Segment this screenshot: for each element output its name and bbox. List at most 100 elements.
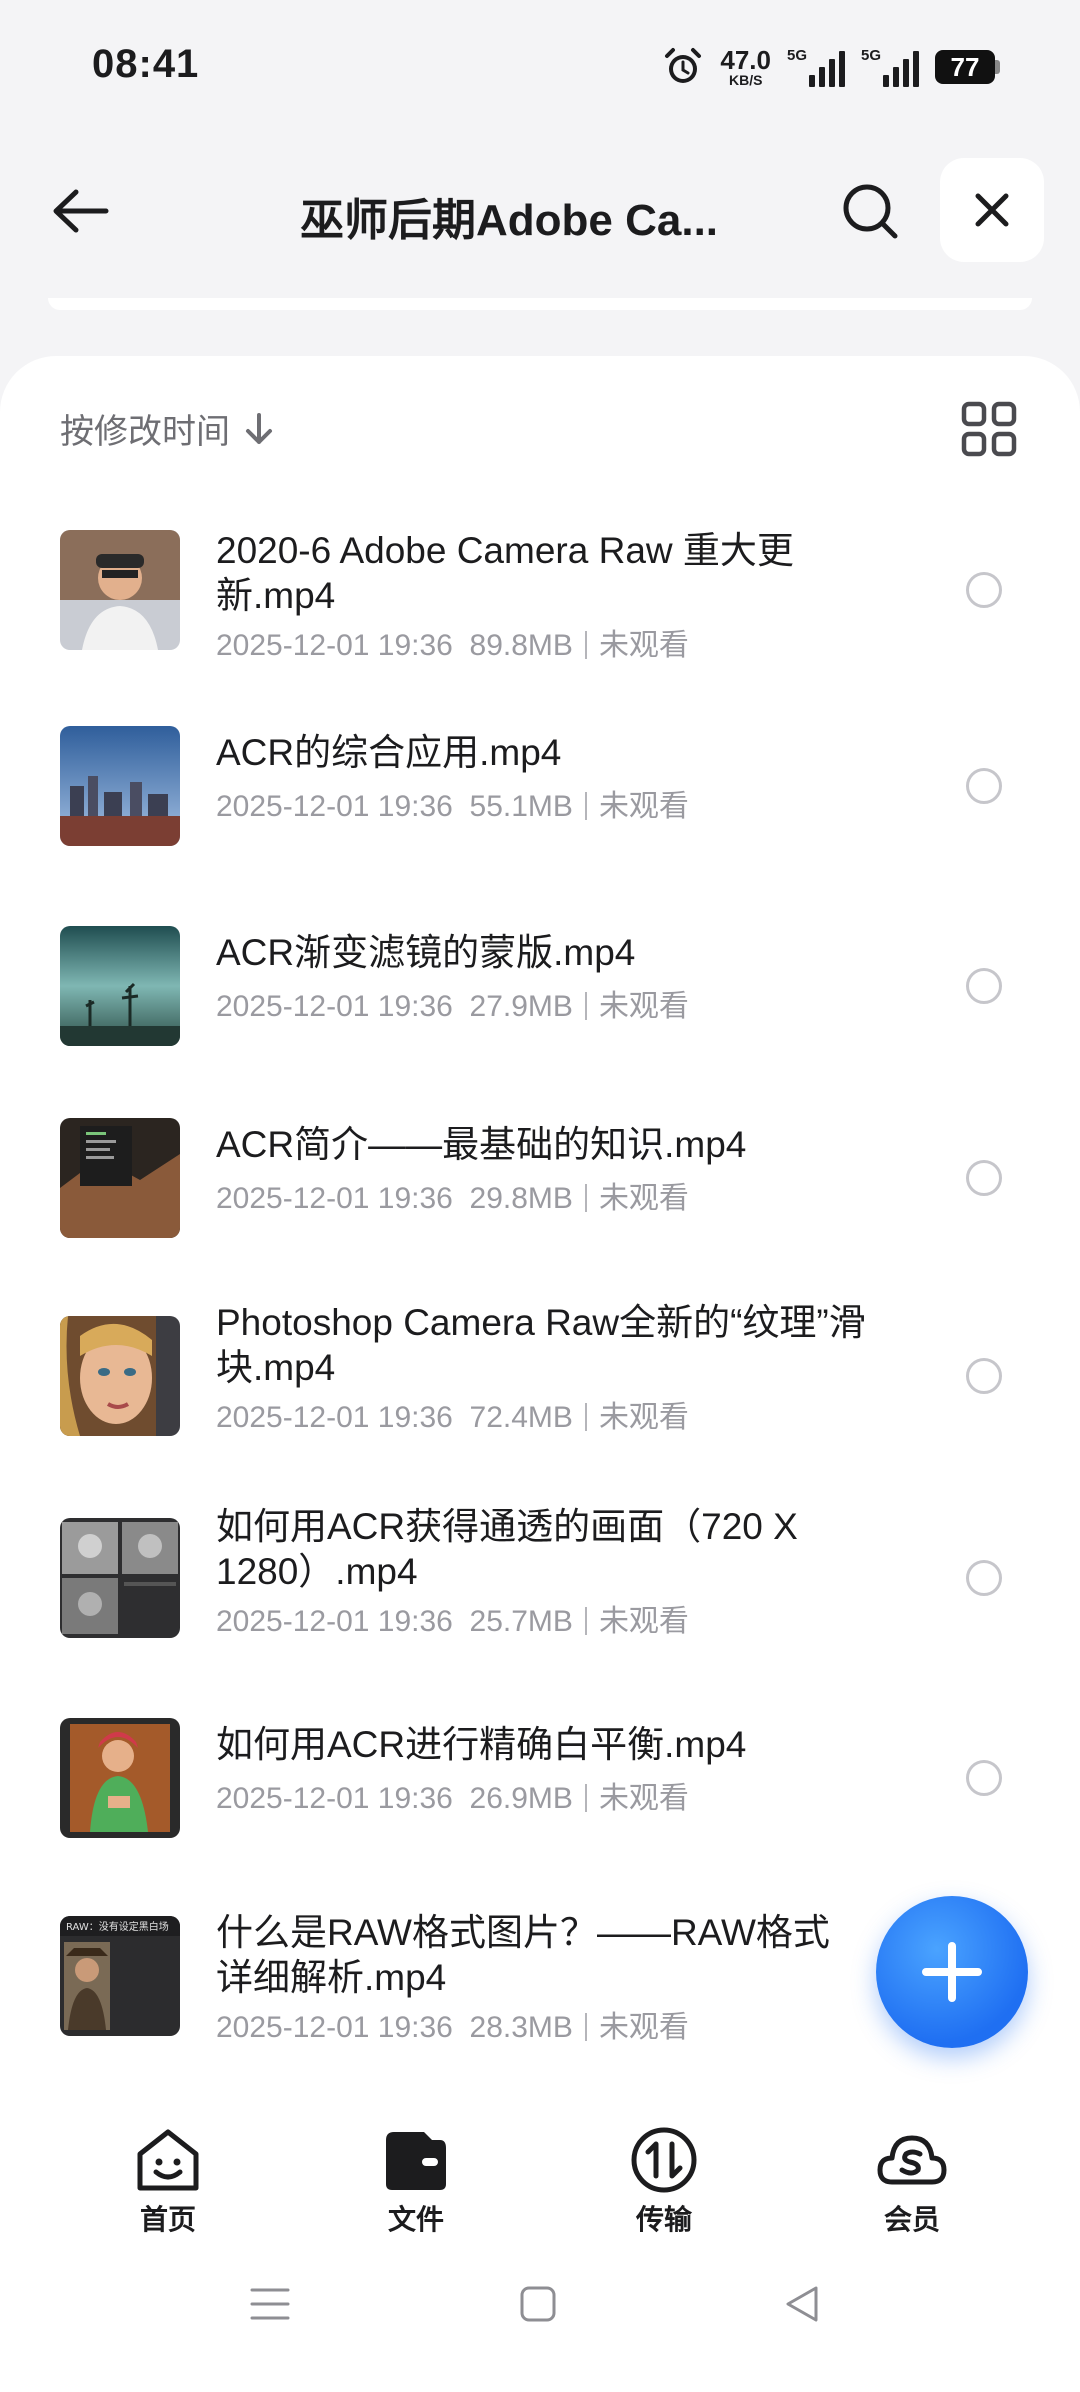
- select-radio[interactable]: [966, 768, 1002, 804]
- nav-item-home[interactable]: 首页: [98, 2124, 238, 2238]
- transfer-icon: [631, 2127, 697, 2193]
- file-size: 72.4MB: [469, 1401, 573, 1434]
- file-row[interactable]: ACR的综合应用.mp4 2025-12-01 19:36 55.1MB 未观看: [0, 726, 1080, 876]
- file-name: ACR的综合应用.mp4: [216, 732, 562, 773]
- file-row[interactable]: 2020-6 Adobe Camera Raw 重大更新.mp4 2025-12…: [0, 528, 1080, 678]
- file-text: 什么是RAW格式图片？——RAW格式详细解析.mp4 2025-12-01 19…: [216, 1910, 866, 2046]
- back-button[interactable]: [40, 176, 120, 246]
- watch-status: 未观看: [598, 790, 689, 823]
- signal-sim1-icon: 5G: [787, 47, 845, 87]
- header: 巫师后期Adobe Ca...: [0, 150, 1080, 270]
- select-radio[interactable]: [966, 1560, 1002, 1596]
- file-size: 89.8MB: [469, 629, 573, 662]
- search-icon: [843, 184, 898, 239]
- watch-status: 未观看: [598, 1182, 689, 1215]
- sim2-network-type: 5G: [861, 47, 882, 64]
- file-meta: 2025-12-01 19:36 28.3MB 未观看: [216, 2002, 866, 2046]
- video-thumbnail: RAW：没有设定黑白场: [60, 1916, 180, 2036]
- file-date: 2025-12-01 19:36: [216, 790, 453, 823]
- nav-label-files: 文件: [387, 2204, 444, 2235]
- select-radio[interactable]: [966, 1358, 1002, 1394]
- file-list-panel: 按修改时间 2020-6 Adobe Camera Raw 重大更新.mp4 2…: [0, 356, 1080, 2096]
- file-date: 2025-12-01 19:36: [216, 2011, 453, 2044]
- file-row[interactable]: Photoshop Camera Raw全新的“纹理”滑块.mp4 2025-1…: [0, 1300, 1080, 1450]
- collapsed-search-card-edge: [48, 298, 1032, 310]
- file-size: 55.1MB: [469, 790, 573, 823]
- file-meta: 2025-12-01 19:36 25.7MB 未观看: [216, 1596, 866, 1640]
- file-date: 2025-12-01 19:36: [216, 990, 453, 1023]
- file-text: ACR渐变滤镜的蒙版.mp4 2025-12-01 19:36 27.9MB 未观…: [216, 930, 866, 1025]
- status-icons: 47.0 KB/S 5G 5G 77: [662, 42, 1000, 92]
- file-text: ACR简介——最基础的知识.mp4 2025-12-01 19:36 29.8M…: [216, 1122, 866, 1217]
- close-button[interactable]: [940, 158, 1044, 262]
- battery-level: 77: [935, 50, 995, 84]
- file-row[interactable]: ACR简介——最基础的知识.mp4 2025-12-01 19:36 29.8M…: [0, 1110, 1080, 1260]
- sort-label: 按修改时间: [60, 413, 230, 451]
- file-size: 26.9MB: [469, 1782, 573, 1815]
- watch-status: 未观看: [598, 1605, 689, 1638]
- video-thumbnail: [60, 530, 180, 650]
- file-size: 29.8MB: [469, 1182, 573, 1215]
- file-meta: 2025-12-01 19:36 29.8MB 未观看: [216, 1173, 866, 1217]
- video-thumbnail: [60, 1518, 180, 1638]
- home-square-icon[interactable]: [518, 2284, 558, 2324]
- nav-item-files[interactable]: 文件: [346, 2124, 486, 2238]
- file-name: 如何用ACR进行精确白平衡.mp4: [216, 1724, 747, 1765]
- file-name: 2020-6 Adobe Camera Raw 重大更新.mp4: [216, 530, 794, 616]
- select-radio[interactable]: [966, 1160, 1002, 1196]
- nav-item-transfer[interactable]: 传输: [594, 2124, 734, 2238]
- file-meta: 2025-12-01 19:36 89.8MB 未观看: [216, 620, 866, 664]
- file-text: ACR的综合应用.mp4 2025-12-01 19:36 55.1MB 未观看: [216, 730, 866, 825]
- select-radio[interactable]: [966, 968, 1002, 1004]
- menu-lines-icon[interactable]: [250, 2284, 290, 2324]
- back-arrow-icon: [53, 189, 109, 233]
- add-button[interactable]: [876, 1896, 1028, 2048]
- battery-icon: 77: [935, 50, 1000, 84]
- nav-label-member: 会员: [883, 2204, 940, 2235]
- file-text: 2020-6 Adobe Camera Raw 重大更新.mp4 2025-12…: [216, 528, 866, 664]
- search-button[interactable]: [830, 176, 910, 246]
- file-text: Photoshop Camera Raw全新的“纹理”滑块.mp4 2025-1…: [216, 1300, 866, 1436]
- wallet-file-icon: [386, 2132, 446, 2190]
- video-thumbnail: [60, 726, 180, 846]
- video-thumbnail: [60, 1316, 180, 1436]
- file-size: 27.9MB: [469, 990, 573, 1023]
- home-face-icon: [137, 2129, 199, 2191]
- system-nav-bar: [0, 2246, 1080, 2392]
- file-date: 2025-12-01 19:36: [216, 1782, 453, 1815]
- network-speed-value: 47.0: [720, 45, 771, 75]
- member-cloud-icon: [877, 2135, 947, 2185]
- file-row[interactable]: ACR渐变滤镜的蒙版.mp4 2025-12-01 19:36 27.9MB 未观…: [0, 918, 1080, 1068]
- select-radio[interactable]: [966, 1760, 1002, 1796]
- back-triangle-icon[interactable]: [782, 2284, 822, 2324]
- alarm-icon: [665, 48, 702, 83]
- plus-icon: [922, 1942, 982, 2002]
- watch-status: 未观看: [598, 1401, 689, 1434]
- file-row[interactable]: 如何用ACR获得通透的画面（720 X 1280）.mp4 2025-12-01…: [0, 1504, 1080, 1654]
- file-meta: 2025-12-01 19:36 72.4MB 未观看: [216, 1392, 866, 1436]
- file-text: 如何用ACR获得通透的画面（720 X 1280）.mp4 2025-12-01…: [216, 1504, 866, 1640]
- status-time: 08:41: [92, 42, 200, 86]
- file-name: Photoshop Camera Raw全新的“纹理”滑块.mp4: [216, 1302, 866, 1388]
- thumbnail-caption: RAW：没有设定黑白场: [66, 1920, 169, 1933]
- select-radio[interactable]: [966, 572, 1002, 608]
- signal-sim2-icon: 5G: [861, 47, 919, 87]
- file-name: 什么是RAW格式图片？——RAW格式详细解析.mp4: [216, 1912, 830, 1998]
- status-bar: 08:41 47.0 KB/S 5G 5G 77: [0, 0, 1080, 130]
- sort-toggle[interactable]: 按修改时间: [60, 404, 274, 453]
- video-thumbnail: [60, 1118, 180, 1238]
- network-speed: 47.0 KB/S: [720, 47, 771, 87]
- nav-label-home: 首页: [139, 2204, 196, 2235]
- watch-status: 未观看: [598, 629, 689, 662]
- sort-down-arrow-icon: [246, 412, 272, 444]
- file-date: 2025-12-01 19:36: [216, 629, 453, 662]
- watch-status: 未观看: [598, 990, 689, 1023]
- sim1-network-type: 5G: [787, 47, 808, 64]
- file-meta: 2025-12-01 19:36 27.9MB 未观看: [216, 981, 866, 1025]
- grid-view-icon[interactable]: [958, 398, 1020, 460]
- file-meta: 2025-12-01 19:36 26.9MB 未观看: [216, 1773, 866, 1817]
- video-thumbnail: [60, 926, 180, 1046]
- close-icon: [975, 193, 1009, 227]
- nav-item-member[interactable]: 会员: [842, 2124, 982, 2238]
- file-row[interactable]: 如何用ACR进行精确白平衡.mp4 2025-12-01 19:36 26.9M…: [0, 1710, 1080, 1860]
